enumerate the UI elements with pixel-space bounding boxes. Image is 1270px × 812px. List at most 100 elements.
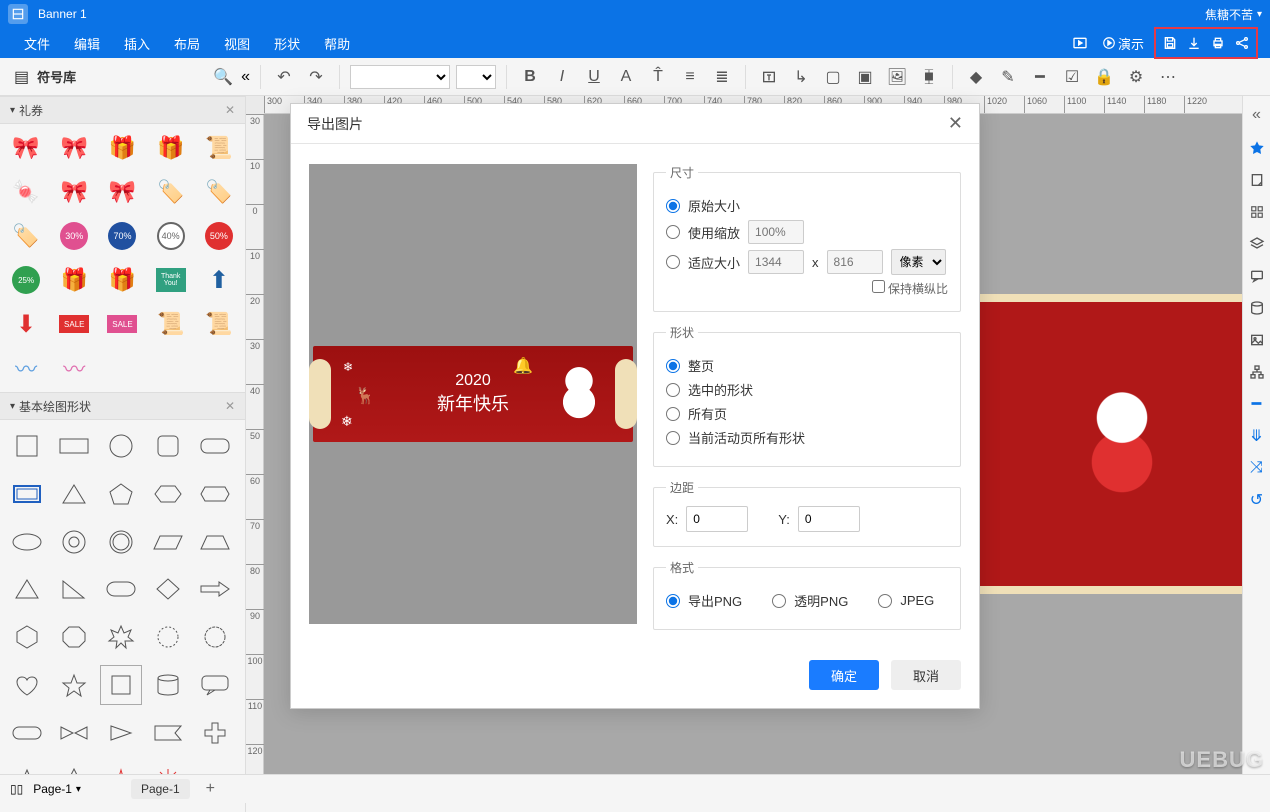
shape-heart[interactable] [6,665,48,705]
align-button[interactable]: ≡ [677,64,703,90]
tag-icon[interactable]: 🏷️ [197,172,241,212]
shape-hex-h[interactable] [194,474,236,514]
shape-pentagon[interactable] [100,474,142,514]
sale-badge-icon[interactable]: SALE [52,304,96,344]
width-input[interactable] [748,250,804,274]
shape-tri[interactable] [6,569,48,609]
gift-icon[interactable]: 🎁 [52,260,96,300]
shape-all-pages-radio[interactable]: 所有页 [666,404,948,423]
banner-icon[interactable]: 📜 [197,128,241,168]
comment-panel-icon[interactable] [1247,266,1267,286]
wave-icon[interactable]: 〰 [4,348,48,388]
hline-icon[interactable]: ━ [1247,394,1267,414]
shape-rdrect[interactable] [100,569,142,609]
bow-icon[interactable]: 🎀 [4,128,48,168]
ribbon-icon[interactable]: 📜 [149,304,193,344]
shape-oct[interactable] [53,617,95,657]
gear-icon[interactable]: ⚙ [1123,64,1149,90]
undo-button[interactable]: ↶ [271,64,297,90]
tag-icon[interactable]: 🏷️ [149,172,193,212]
arrow-up-icon[interactable]: ⬆ [197,260,241,300]
badge-70-icon[interactable]: 70% [100,216,144,256]
menu-edit[interactable]: 编辑 [62,34,112,53]
gift-icon[interactable]: 🎁 [100,128,144,168]
send-back-icon[interactable]: ⤋ [1247,426,1267,446]
bold-button[interactable]: B [517,64,543,90]
shape-triangle[interactable] [53,474,95,514]
cancel-button[interactable]: 取消 [891,660,961,690]
margin-x-input[interactable] [686,506,748,532]
line-spacing-button[interactable]: ≣ [709,64,735,90]
grid-panel-icon[interactable] [1247,202,1267,222]
shuffle-icon[interactable]: ⤨ [1247,458,1267,478]
shape-donut[interactable] [53,522,95,562]
font-color-button[interactable]: A [613,64,639,90]
page-tab[interactable]: Page-1 [131,779,190,799]
shape-cylinder[interactable] [147,665,189,705]
underline-button[interactable]: U [581,64,607,90]
line-style-button[interactable]: ━ [1027,64,1053,90]
layout-icon[interactable]: ▯▯ [10,782,23,796]
page-panel-icon[interactable] [1247,170,1267,190]
pen-icon[interactable]: ✎ [995,64,1021,90]
shape-star[interactable] [53,665,95,705]
shape-star8[interactable] [100,617,142,657]
close-icon[interactable]: ✕ [225,103,235,117]
menu-insert[interactable]: 插入 [112,34,162,53]
keep-ratio-checkbox[interactable]: 保持横纵比 [872,282,948,296]
checkbox-icon[interactable]: ☑ [1059,64,1085,90]
menu-shape[interactable]: 形状 [262,34,312,53]
format-png-radio[interactable]: 导出PNG [666,591,742,610]
shape-active-all-radio[interactable]: 当前活动页所有形状 [666,428,948,447]
shape-parallelogram[interactable] [147,522,189,562]
text-size-icon[interactable]: T̂ [645,64,671,90]
shape1-icon[interactable]: ▢ [820,64,846,90]
wave-icon[interactable]: 〰 [52,348,96,388]
add-page-button[interactable]: + [200,780,221,798]
shape-ellipse[interactable] [6,522,48,562]
ribbon-icon[interactable]: 🎀 [52,128,96,168]
shape-square[interactable] [6,426,48,466]
fill-button[interactable]: ◆ [963,64,989,90]
shape-hex[interactable] [6,617,48,657]
collapse-icon[interactable]: « [241,68,250,86]
lock-button[interactable]: 🔒 [1091,64,1117,90]
font-size-select[interactable] [456,65,496,89]
shape-wedge[interactable] [100,713,142,753]
crop-icon[interactable]: ⧯ [916,64,942,90]
user-menu[interactable]: 焦糖不苦 ▾ [1205,6,1262,23]
badge-50-icon[interactable]: 50% [197,216,241,256]
shape-cross[interactable] [194,713,236,753]
shape-diamond[interactable] [147,569,189,609]
shape-bowtie[interactable] [53,713,95,753]
bow-icon[interactable]: 🎀 [52,172,96,212]
sale-badge-icon[interactable]: SALE [100,304,144,344]
shape-burst2[interactable] [194,617,236,657]
shape-round-rect[interactable] [194,426,236,466]
margin-y-input[interactable] [798,506,860,532]
image-panel-icon[interactable] [1247,330,1267,350]
shape2-icon[interactable]: ▣ [852,64,878,90]
seal-icon[interactable]: 25% [4,260,48,300]
db-panel-icon[interactable] [1247,298,1267,318]
gift-icon[interactable]: 🎁 [149,128,193,168]
section-gift-header[interactable]: ▾ 礼券 ✕ [0,96,245,124]
tree-panel-icon[interactable] [1247,362,1267,382]
shape-rt-tri[interactable] [53,569,95,609]
menu-view[interactable]: 视图 [212,34,262,53]
shape-square-sel[interactable] [100,665,142,705]
shape-burst[interactable] [147,617,189,657]
arrow-down-icon[interactable]: ⬇ [4,304,48,344]
size-scale-radio[interactable]: 使用缩放 [666,220,948,244]
shape-flag[interactable] [147,713,189,753]
section-basic-header[interactable]: ▾ 基本绘图形状 ✕ [0,392,245,420]
shape-callout[interactable] [194,665,236,705]
font-family-select[interactable] [350,65,450,89]
image-button[interactable]: 🖼 [884,64,910,90]
export-icon[interactable] [1182,31,1206,55]
height-input[interactable] [827,250,883,274]
candy-icon[interactable]: 🍬 [4,172,48,212]
shape-arrow-r[interactable] [194,569,236,609]
unit-select[interactable]: 像素 [891,249,946,275]
text-box-button[interactable] [756,64,782,90]
